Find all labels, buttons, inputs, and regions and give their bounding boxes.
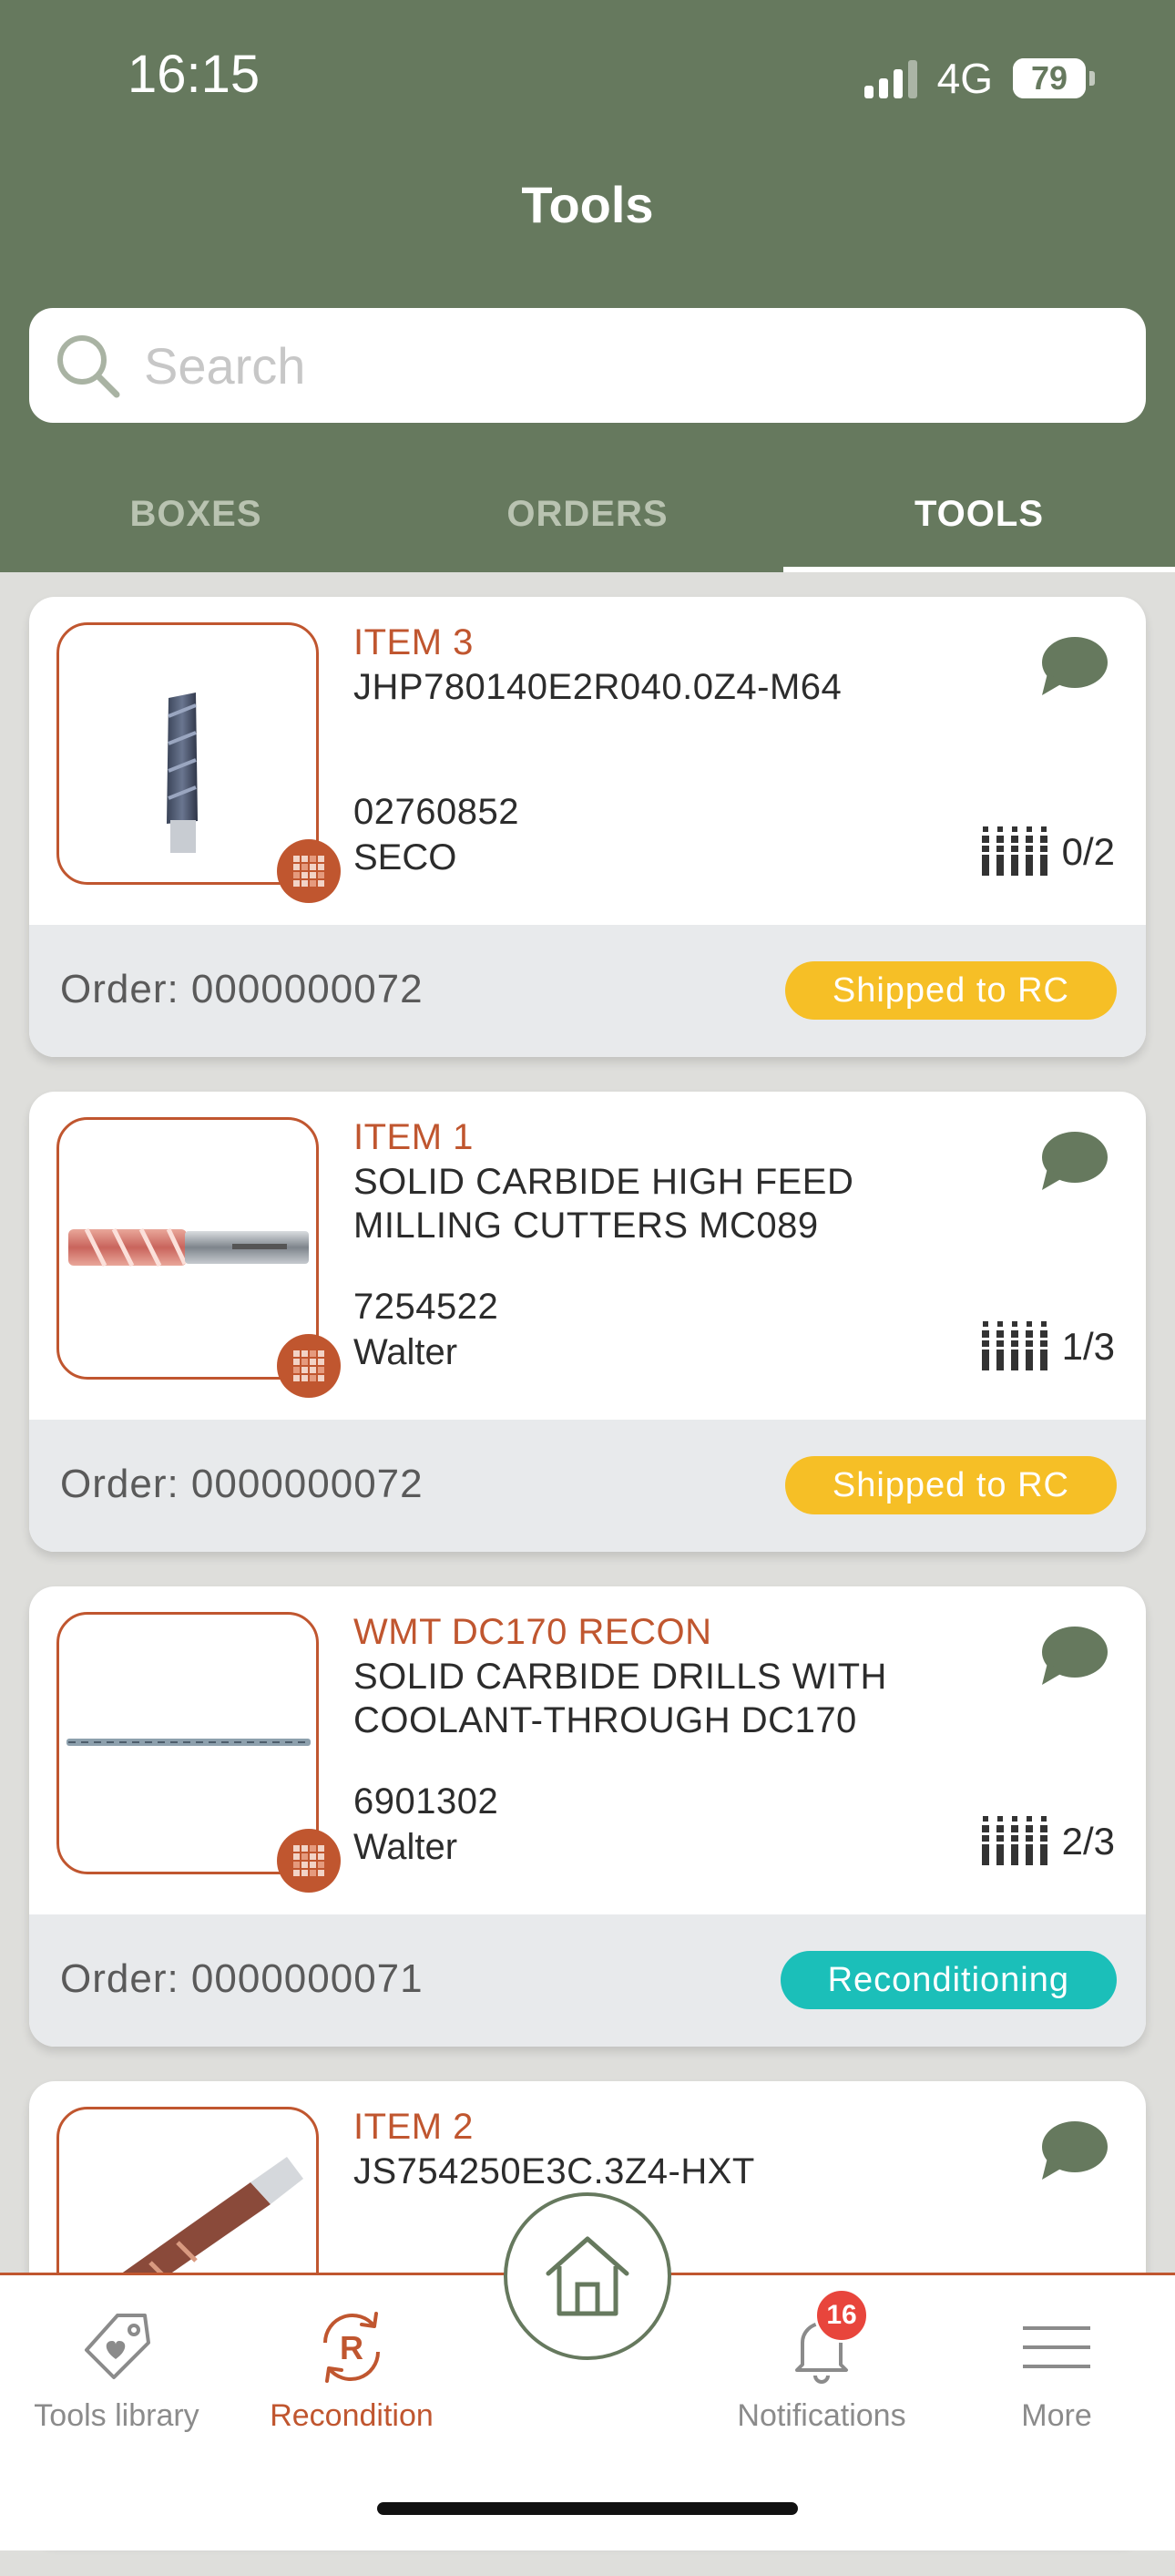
search-icon	[57, 335, 120, 398]
tools-stack-icon	[981, 1816, 1047, 1865]
tool-description: SOLID CARBIDE HIGH FEED MILLING CUTTERS …	[353, 1162, 854, 1246]
status-badge: Reconditioning	[780, 1951, 1117, 2009]
tool-info: ITEM 3 JHP780140E2R040.0Z4-M64	[353, 622, 1009, 709]
search-input[interactable]	[142, 334, 1057, 396]
card-footer: Order: 0000000071 Reconditioning	[29, 1914, 1146, 2047]
card-footer: Order: 0000000072 Shipped to RC	[29, 925, 1146, 1057]
order-number: Order: 0000000072	[60, 1462, 424, 1506]
tool-code: 02760852	[353, 792, 519, 832]
svg-text:R: R	[340, 2329, 363, 2366]
menu-icon	[1023, 2326, 1090, 2368]
long-drill-icon	[66, 1739, 311, 1746]
tab-boxes[interactable]: BOXES	[0, 474, 392, 572]
nav-label: More	[1021, 2398, 1092, 2433]
nav-tools-library[interactable]: Tools library	[7, 2275, 226, 2434]
tool-card[interactable]: ITEM 3 JHP780140E2R040.0Z4-M64 02760852 …	[29, 597, 1146, 1057]
recondition-icon: R	[323, 2312, 380, 2383]
tool-count: 2/3	[980, 1816, 1115, 1867]
status-indicators: 4G 79	[863, 53, 1095, 104]
nav-notifications[interactable]: 16 Notifications	[712, 2275, 931, 2434]
end-mill-icon	[167, 693, 198, 853]
tool-count-value: 2/3	[1061, 1820, 1115, 1863]
tool-card[interactable]: ITEM 1 SOLID CARBIDE HIGH FEED MILLING C…	[29, 1092, 1146, 1552]
tag-heart-icon	[85, 2314, 150, 2379]
tools-stack-icon	[981, 1321, 1047, 1370]
tool-count-value: 1/3	[1061, 1325, 1115, 1368]
tool-card[interactable]: WMT DC170 RECON SOLID CARBIDE DRILLS WIT…	[29, 1586, 1146, 2047]
tool-image	[56, 1117, 319, 1380]
status-badge: Shipped to RC	[784, 1456, 1117, 1514]
comment-icon[interactable]	[1038, 1130, 1109, 1194]
qr-code-icon[interactable]	[277, 1829, 341, 1893]
status-time: 16:15	[128, 45, 261, 104]
home-indicator	[377, 2502, 798, 2515]
home-button[interactable]	[504, 2192, 671, 2360]
nav-label: Tools library	[34, 2398, 199, 2433]
nav-label: Recondition	[270, 2398, 434, 2433]
tool-brand: Walter	[353, 1827, 458, 1867]
tool-label: ITEM 2	[353, 2107, 474, 2147]
order-number: Order: 0000000072	[60, 967, 424, 1011]
qr-code-icon[interactable]	[277, 839, 341, 903]
app-header: 16:15 4G 79 Tools BOXES ORDERS TOOLS	[0, 0, 1175, 572]
comment-icon[interactable]	[1038, 635, 1109, 699]
nav-more[interactable]: More	[947, 2275, 1166, 2434]
tool-description: SOLID CARBIDE DRILLS WITH COOLANT-THROUG…	[353, 1657, 887, 1740]
comment-icon[interactable]	[1038, 2119, 1109, 2183]
battery-cap	[1089, 71, 1095, 86]
page-title: Tools	[521, 176, 654, 233]
tool-label: ITEM 1	[353, 1117, 474, 1157]
tool-image	[56, 1612, 319, 1874]
nav-recondition[interactable]: R Recondition	[242, 2275, 461, 2434]
tool-info: ITEM 1 SOLID CARBIDE HIGH FEED MILLING C…	[353, 1117, 1009, 1247]
tool-brand: SECO	[353, 837, 457, 877]
tools-stack-icon	[981, 826, 1047, 876]
milling-cutter-icon	[68, 1227, 309, 1267]
battery-icon: 79	[1013, 58, 1086, 98]
network-type: 4G	[936, 55, 993, 102]
status-badge: Shipped to RC	[784, 961, 1117, 1020]
tool-description: JHP780140E2R040.0Z4-M64	[353, 667, 843, 707]
tab-orders[interactable]: ORDERS	[392, 474, 783, 572]
search-bar[interactable]	[29, 308, 1146, 423]
home-icon	[546, 2236, 629, 2316]
tool-label: ITEM 3	[353, 622, 474, 662]
tool-code: 7254522	[353, 1287, 499, 1327]
tool-code: 6901302	[353, 1781, 499, 1822]
tool-label: WMT DC170 RECON	[353, 1612, 712, 1652]
signal-icon	[863, 58, 917, 98]
tool-info: ITEM 2 JS754250E3C.3Z4-HXT	[353, 2107, 1009, 2193]
tool-count-value: 0/2	[1061, 830, 1115, 873]
tab-tools[interactable]: TOOLS	[783, 474, 1175, 572]
qr-code-icon[interactable]	[277, 1334, 341, 1398]
battery-level: 79	[1030, 59, 1068, 97]
card-footer: Order: 0000000072 Shipped to RC	[29, 1420, 1146, 1552]
nav-label: Notifications	[737, 2398, 906, 2433]
tab-bar: BOXES ORDERS TOOLS	[0, 474, 1175, 572]
comment-icon[interactable]	[1038, 1625, 1109, 1688]
order-number: Order: 0000000071	[60, 1956, 424, 2001]
tool-count: 1/3	[980, 1321, 1115, 1372]
tool-count: 0/2	[980, 826, 1115, 877]
tool-brand: Walter	[353, 1332, 458, 1372]
tool-description: JS754250E3C.3Z4-HXT	[353, 2151, 755, 2191]
notification-badge: 16	[814, 2288, 869, 2343]
tool-info: WMT DC170 RECON SOLID CARBIDE DRILLS WIT…	[353, 1612, 1009, 1742]
tool-image	[56, 622, 319, 885]
